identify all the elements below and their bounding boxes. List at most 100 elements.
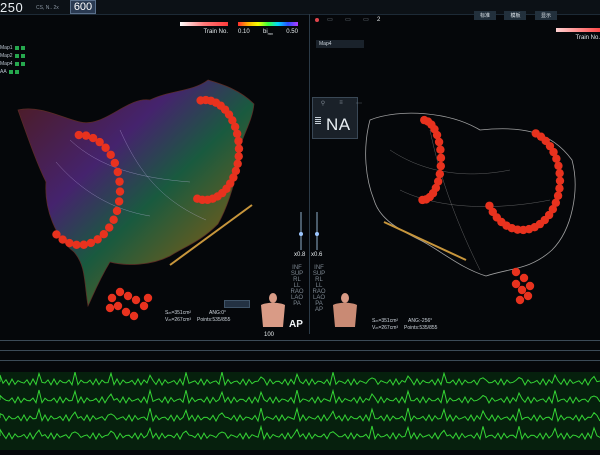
map-list-item[interactable]: Map1 bbox=[0, 44, 52, 52]
right-points: Points:535/855 bbox=[404, 325, 438, 331]
ablation-point bbox=[52, 230, 61, 239]
ablation-point bbox=[517, 285, 527, 295]
ablation-point bbox=[232, 129, 242, 138]
top-tabs: 标准 模板 显示 bbox=[470, 4, 557, 22]
left-points: Points:535/855 bbox=[197, 317, 231, 323]
ablation-point bbox=[131, 295, 141, 305]
record-icon[interactable] bbox=[315, 17, 319, 22]
scale-unit: bimv bbox=[262, 29, 273, 37]
counter-button[interactable]: 600 bbox=[70, 0, 96, 14]
left-3d-map[interactable] bbox=[0, 70, 300, 330]
ablation-point bbox=[515, 295, 525, 305]
ablation-point bbox=[115, 287, 125, 297]
scale-low: 0.10 bbox=[238, 29, 250, 35]
ablation-point bbox=[434, 137, 444, 147]
ablation-point bbox=[110, 158, 120, 168]
tool-icon[interactable]: ▭ bbox=[323, 16, 337, 23]
ablation-point bbox=[121, 307, 131, 317]
trace-line bbox=[0, 350, 600, 351]
view-list-left: INF SUP RL LL RAO LAO PA bbox=[290, 265, 310, 307]
ablation-point bbox=[555, 184, 564, 193]
ecg-trace bbox=[0, 406, 600, 423]
ablation-point bbox=[233, 159, 242, 168]
ablation-point bbox=[105, 223, 114, 232]
ablation-point bbox=[113, 167, 122, 177]
colorbar-label: Train No. bbox=[203, 29, 228, 35]
ablation-point bbox=[105, 303, 115, 313]
right-3d-map[interactable] bbox=[310, 90, 600, 310]
ablation-point bbox=[123, 291, 133, 301]
map-list-item[interactable]: Map2 bbox=[0, 52, 52, 60]
trace-line bbox=[0, 340, 600, 341]
ablation-point bbox=[109, 215, 118, 224]
ablation-point bbox=[436, 145, 445, 154]
ablation-point bbox=[107, 293, 117, 303]
ablation-point bbox=[436, 161, 445, 171]
scale-value: 100 bbox=[264, 332, 275, 338]
left-stats: Sₘ=351cm² ANG:0° Vₘ=267cm³ Points:535/855 bbox=[165, 310, 230, 324]
ecg-traces bbox=[0, 370, 600, 441]
torso-front-icon[interactable] bbox=[258, 293, 288, 329]
scale-high: 0.50 bbox=[286, 29, 298, 35]
ablation-points-right bbox=[418, 115, 565, 305]
right-angle: ANG:-256° bbox=[408, 318, 433, 324]
ablation-point bbox=[79, 240, 88, 249]
ablation-point bbox=[115, 177, 124, 186]
ecg-trace bbox=[0, 370, 600, 387]
ecg-panel bbox=[0, 370, 600, 450]
map-list-item[interactable]: Map4 bbox=[0, 60, 52, 68]
ablation-point bbox=[436, 153, 446, 163]
ablation-point bbox=[511, 267, 521, 277]
left-colorbar: Train No. bbox=[180, 22, 228, 35]
ablation-point bbox=[193, 194, 202, 203]
ablation-point bbox=[554, 161, 563, 170]
ablation-point bbox=[129, 311, 139, 321]
left-volume: Vₘ=267cm³ bbox=[165, 317, 192, 323]
voltage-gradient bbox=[238, 22, 298, 26]
ablation-point bbox=[72, 240, 81, 249]
ablation-point bbox=[101, 143, 110, 152]
tab-standard[interactable]: 标准 bbox=[474, 11, 497, 20]
tab-template[interactable]: 模板 bbox=[504, 11, 527, 20]
ablation-point bbox=[113, 301, 123, 311]
tab-display[interactable]: 显示 bbox=[534, 11, 557, 20]
toolbar-count: 2 bbox=[377, 16, 381, 23]
ecg-trace bbox=[0, 424, 600, 441]
right-area: Sₘ=351cm² bbox=[372, 318, 399, 324]
ablation-point bbox=[234, 136, 243, 146]
ablation-point bbox=[114, 197, 124, 206]
catheter-right bbox=[383, 221, 467, 261]
tool-icon[interactable]: ▭ bbox=[359, 16, 373, 23]
right-toolbar: ▭ ▭ ▭ 2 bbox=[315, 16, 380, 23]
ablation-point bbox=[234, 152, 243, 161]
right-volume: Vₘ=267cm³ bbox=[372, 325, 399, 331]
ablation-point bbox=[519, 273, 529, 283]
left-dropdown[interactable] bbox=[224, 300, 250, 308]
ablation-point bbox=[115, 187, 125, 196]
map-list-item[interactable] bbox=[0, 36, 52, 44]
ablation-point bbox=[112, 206, 122, 216]
ecg-trace bbox=[0, 388, 600, 405]
left-angle: ANG:0° bbox=[209, 310, 227, 316]
right-colorbar: Train No. bbox=[556, 28, 600, 41]
ablation-point bbox=[106, 150, 115, 159]
right-stats: Sₘ=351cm² ANG:-256° Vₘ=267cm³ Points:535/8… bbox=[372, 318, 437, 332]
ablation-point bbox=[523, 291, 533, 301]
zoom-left-slider[interactable] bbox=[299, 212, 303, 250]
ablation-point bbox=[139, 301, 149, 311]
frame-counter: 250 bbox=[0, 0, 24, 15]
tool-icon[interactable]: ▭ bbox=[341, 16, 355, 23]
voltage-colorbar: 0.10 bimv 0.50 bbox=[238, 22, 298, 36]
ablation-point bbox=[435, 169, 445, 179]
right-train-colorbar bbox=[556, 28, 600, 32]
ablation-point bbox=[485, 201, 494, 210]
ablation-point bbox=[143, 293, 153, 303]
map-selector[interactable]: Map4 bbox=[316, 40, 364, 48]
ablation-point bbox=[511, 279, 521, 289]
trace-line bbox=[0, 360, 600, 361]
view-pa[interactable]: PA bbox=[290, 301, 304, 307]
info-text: CS, N.. 2x bbox=[36, 5, 59, 11]
ablation-point bbox=[552, 154, 561, 163]
left-area: Sₘ=351cm² bbox=[165, 310, 192, 316]
ablation-point bbox=[525, 281, 535, 291]
